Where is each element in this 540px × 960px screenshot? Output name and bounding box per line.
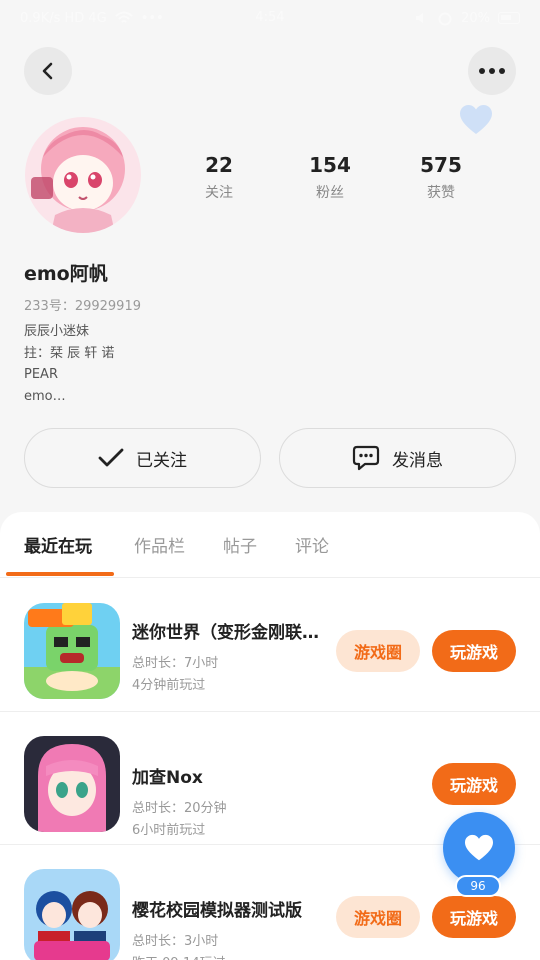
follow-button[interactable]: 已关注 — [24, 428, 261, 488]
status-time: 4:54 — [255, 10, 285, 25]
message-label: 发消息 — [392, 450, 443, 471]
like-fab-button[interactable] — [443, 812, 515, 884]
user-id-value: 29929919 — [74, 299, 141, 314]
bio-line: emo… — [24, 388, 66, 404]
avatar[interactable] — [25, 117, 141, 233]
like-count-badge: 96 — [455, 875, 501, 897]
game-last-played: 4分钟前玩过 — [132, 678, 206, 693]
game-icon-sakura-school — [24, 869, 120, 960]
check-icon — [98, 448, 124, 467]
bio-line: 拄：栞 辰 轩 诺 — [24, 345, 115, 361]
stat-likes[interactable]: 575 获赞 — [391, 154, 491, 202]
game-playtime: 总时长：3小时 — [132, 934, 219, 949]
game-icon-mini-world — [24, 603, 120, 699]
chevron-left-icon — [42, 62, 53, 80]
stat-following[interactable]: 22 关注 — [169, 154, 269, 202]
game-circle-button[interactable]: 游戏圈 — [336, 630, 420, 672]
play-game-button[interactable]: 玩游戏 — [432, 630, 516, 672]
bio-line: 辰辰小迷妹 — [24, 324, 90, 339]
ellipsis-icon: ••• — [140, 10, 164, 26]
game-last-played: 昨天 09:14玩过 — [132, 952, 226, 960]
back-button[interactable] — [24, 47, 72, 95]
carrier-text: 0.9K/s HD 4G — [20, 10, 107, 26]
play-game-button[interactable]: 玩游戏 — [432, 763, 516, 805]
tab-posts[interactable]: 帖子 — [223, 532, 257, 557]
following-label: 关注 — [205, 185, 233, 201]
user-id-label: 233号： — [24, 299, 75, 314]
game-last-played: 6小时前玩过 — [132, 823, 206, 838]
status-right: 20% — [413, 10, 520, 26]
wifi-icon — [115, 11, 133, 23]
game-icon-art — [24, 736, 120, 832]
tab-recent[interactable]: 最近在玩 — [24, 532, 92, 557]
bio: 辰辰小迷妹 拄：栞 辰 轩 诺 PEAR emo… — [24, 321, 484, 407]
tab-active-indicator — [6, 572, 114, 576]
likes-label: 获赞 — [427, 185, 455, 201]
heart-icon — [465, 834, 493, 861]
fans-label: 粉丝 — [316, 185, 344, 201]
stat-fans[interactable]: 154 粉丝 — [280, 154, 380, 202]
bio-line: PEAR — [24, 367, 58, 382]
tab-bar: 最近在玩 作品栏 帖子 评论 — [0, 512, 540, 578]
alarm-icon — [438, 12, 452, 26]
game-icon-gacha-nox — [24, 736, 120, 832]
heart-icon — [460, 105, 492, 134]
follow-label: 已关注 — [136, 450, 187, 471]
battery-icon — [498, 12, 520, 24]
game-circle-button[interactable]: 游戏圈 — [336, 896, 420, 938]
mute-icon — [416, 13, 424, 23]
fans-count: 154 — [309, 153, 351, 177]
game-title: 迷你世界（变形金刚联动） — [132, 623, 320, 643]
user-id: 233号：29929919 — [24, 295, 141, 314]
tab-comments[interactable]: 评论 — [295, 532, 329, 557]
status-left: 0.9K/s HD 4G ••• — [20, 11, 164, 26]
battery-text: 20% — [461, 10, 490, 26]
likes-count: 575 — [420, 153, 462, 177]
more-button[interactable] — [468, 47, 516, 95]
game-playtime: 总时长：20分钟 — [132, 801, 227, 816]
play-game-button[interactable]: 玩游戏 — [432, 896, 516, 938]
game-icon-art — [24, 603, 120, 699]
following-count: 22 — [205, 153, 233, 177]
chat-bubble-icon — [352, 445, 380, 471]
avatar-image — [25, 117, 141, 233]
tab-works[interactable]: 作品栏 — [134, 532, 185, 557]
message-button[interactable]: 发消息 — [279, 428, 516, 488]
game-title: 樱花校园模拟器测试版 — [132, 901, 302, 921]
game-icon-art — [24, 869, 120, 960]
status-bar: 0.9K/s HD 4G ••• 4:54 20% — [0, 0, 540, 36]
game-row[interactable]: 迷你世界（变形金刚联动） 总时长：7小时 4分钟前玩过 游戏圈 玩游戏 — [0, 579, 540, 712]
game-title: 加查Nox — [132, 768, 203, 788]
username: emo阿帆 — [24, 263, 108, 285]
more-horizontal-icon — [479, 68, 505, 74]
game-playtime: 总时长：7小时 — [132, 656, 219, 671]
